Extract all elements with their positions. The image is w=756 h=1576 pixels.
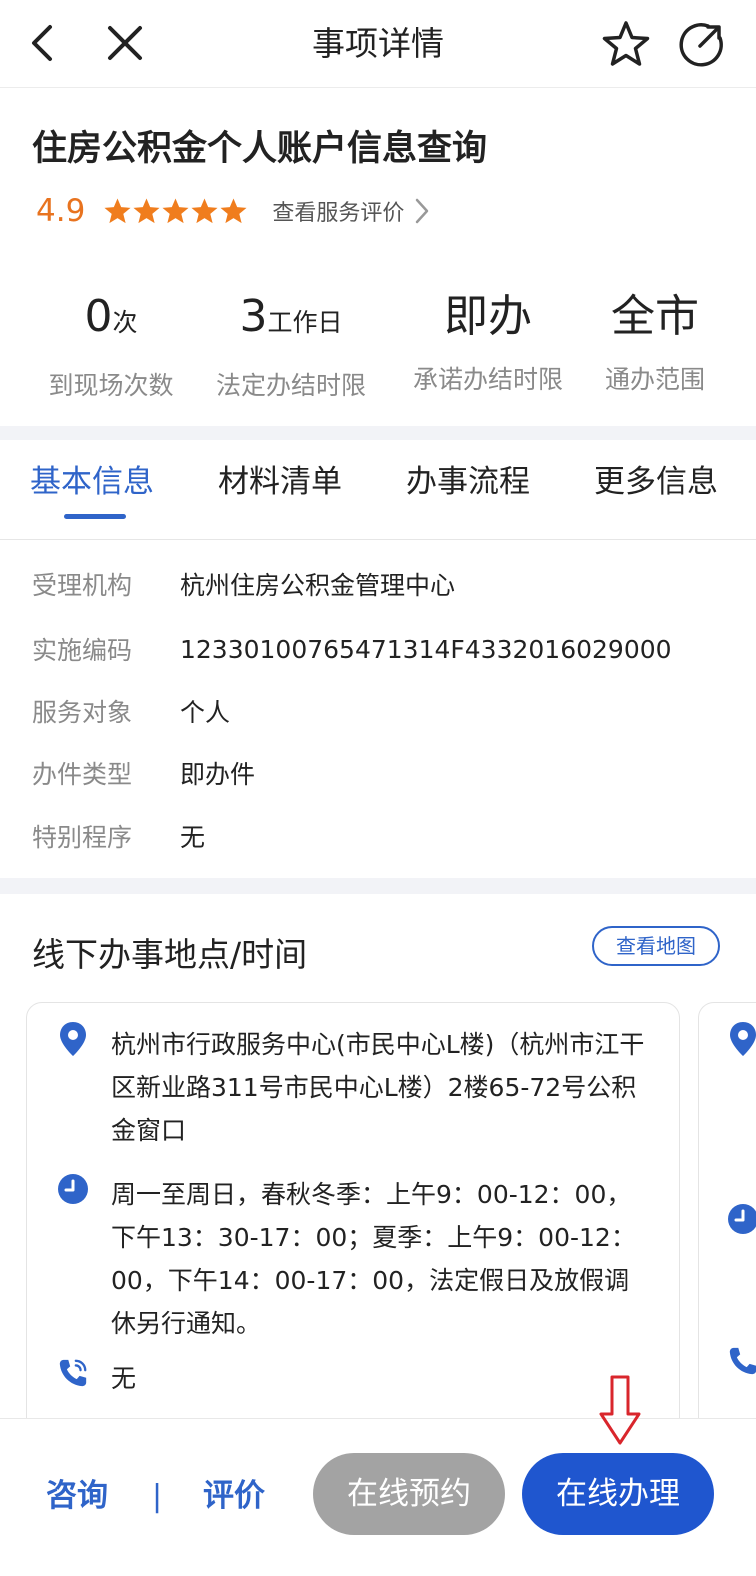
rating-score: 4.9 (36, 193, 86, 229)
stat-visits: 0次 到现场次数 (38, 286, 184, 406)
online-reservation-button[interactable]: 在线预约 (313, 1453, 505, 1535)
info-label: 办件类型 (32, 760, 133, 789)
location-pin-icon (57, 1021, 89, 1057)
section-divider (0, 878, 756, 894)
page-title: 事项详情 (312, 24, 444, 63)
stat-label: 法定办结时限 (215, 371, 366, 400)
star-icon (103, 197, 132, 226)
star-icon (219, 197, 248, 226)
annotation-arrow-icon (598, 1374, 642, 1446)
location-card-next[interactable] (698, 1002, 756, 1442)
info-row-special: 特别程序 无 (32, 816, 205, 856)
bottom-divider: | (152, 1479, 163, 1514)
offline-section-title: 线下办事地点/时间 (32, 935, 308, 974)
stat-label: 承诺办结时限 (412, 365, 563, 394)
stat-unit: 工作日 (267, 308, 343, 337)
tab-more-info[interactable]: 更多信息 (594, 460, 718, 504)
clock-icon (727, 1201, 756, 1237)
clock-icon (57, 1171, 89, 1207)
chevron-right-icon (414, 197, 430, 225)
rating-stars (103, 197, 248, 226)
info-row-agency: 受理机构 杭州住房公积金管理中心 (32, 564, 455, 604)
active-tab-indicator (64, 514, 126, 519)
star-icon (161, 197, 190, 226)
location-card[interactable]: 杭州市行政服务中心(市民中心L楼)（杭州市江干区新业路311号市民中心L楼）2楼… (26, 1002, 680, 1442)
view-reviews-link[interactable]: 查看服务评价 (272, 195, 430, 227)
location-pin-icon (727, 1021, 756, 1057)
star-icon (132, 197, 161, 226)
tab-basic-info[interactable]: 基本信息 (30, 460, 154, 504)
phone-icon (727, 1343, 756, 1379)
info-value: 即办件 (180, 760, 256, 789)
item-title: 住房公积金个人账户信息查询 (32, 129, 488, 169)
stats-row: 0次 到现场次数 3工作日 法定办结时限 即办 承诺办结时限 全市 通办范围 (0, 286, 756, 406)
info-label: 服务对象 (32, 698, 133, 727)
info-label: 实施编码 (32, 636, 133, 665)
info-row-type: 办件类型 即办件 (32, 753, 255, 793)
info-value: 个人 (180, 698, 231, 727)
back-arrow-icon[interactable] (20, 20, 66, 66)
stat-value: 0 (84, 291, 113, 342)
stat-value: 3 (239, 291, 268, 342)
favorite-star-icon[interactable] (600, 18, 652, 70)
info-row-code: 实施编码 12330100765471314F4332016029000 (32, 629, 672, 669)
info-value: 无 (180, 823, 206, 852)
view-map-button[interactable]: 查看地图 (592, 926, 720, 966)
stat-value: 全市 (611, 291, 699, 342)
info-value: 12330100765471314F4332016029000 (180, 634, 672, 664)
info-value: 杭州住房公积金管理中心 (180, 571, 456, 600)
location-address: 杭州市行政服务中心(市民中心L楼)（杭州市江干区新业路311号市民中心L楼）2楼… (111, 1030, 645, 1145)
tab-materials[interactable]: 材料清单 (218, 460, 342, 504)
star-icon (190, 197, 219, 226)
stat-promised-deadline: 即办 承诺办结时限 (402, 286, 574, 400)
phone-number: 无 (111, 1364, 137, 1393)
stat-label: 到现场次数 (48, 371, 174, 400)
tab-process[interactable]: 办事流程 (406, 460, 530, 504)
info-label: 受理机构 (32, 571, 133, 600)
section-divider (0, 426, 756, 440)
info-label: 特别程序 (32, 823, 133, 852)
stat-label: 通办范围 (604, 365, 705, 394)
stat-unit: 次 (112, 308, 138, 337)
close-icon[interactable] (102, 20, 148, 66)
stat-scope: 全市 通办范围 (596, 286, 714, 400)
phone-icon (57, 1355, 89, 1391)
office-hours: 周一至周日，春秋冬季：上午9：00-12：00，下午13：30-17：00；夏季… (111, 1180, 636, 1338)
info-row-target: 服务对象 个人 (32, 691, 230, 731)
evaluate-link[interactable]: 评价 (203, 1474, 265, 1518)
stat-legal-deadline: 3工作日 法定办结时限 (205, 286, 377, 406)
online-handle-button[interactable]: 在线办理 (522, 1453, 714, 1535)
stat-value: 即办 (444, 291, 532, 342)
consult-link[interactable]: 咨询 (46, 1474, 108, 1518)
nav-bar: 事项详情 (0, 0, 756, 88)
tab-bar: 基本信息 材料清单 办事流程 更多信息 (0, 440, 756, 540)
view-reviews-label: 查看服务评价 (272, 201, 405, 226)
share-icon[interactable] (676, 18, 728, 70)
rating-row: 4.9 查看服务评价 (36, 190, 430, 232)
